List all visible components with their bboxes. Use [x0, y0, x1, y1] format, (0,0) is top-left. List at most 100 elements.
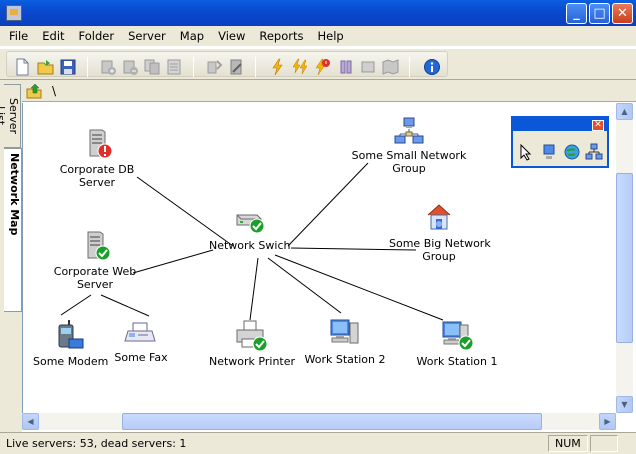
toolbar-separator [255, 57, 256, 77]
status-bar: Live servers: 53, dead servers: 1 NUM [0, 432, 636, 454]
close-button[interactable]: ✕ [612, 3, 633, 24]
link-switch-small-group [287, 162, 369, 247]
save-icon[interactable] [59, 58, 77, 76]
remove-server-icon[interactable] [121, 58, 139, 76]
node-corporate-db-server[interactable]: Corporate DB Server [57, 127, 137, 189]
map-tool-palette: ✕ [511, 116, 609, 168]
node-label: Some Big Network [389, 237, 491, 250]
network-map-canvas[interactable]: Corporate DB Server Some Small Network G… [22, 103, 616, 413]
link-switch-web [132, 249, 214, 274]
menu-file[interactable]: File [2, 26, 35, 46]
pointer-icon[interactable] [517, 143, 535, 161]
arrow-down-icon: ▼ [621, 400, 628, 409]
tab-server-list-label: Server List [0, 97, 20, 135]
check-icon[interactable] [269, 58, 287, 76]
node-label: Network Swich [209, 239, 291, 252]
maximize-button[interactable]: □ [589, 3, 610, 24]
menu-reports[interactable]: Reports [252, 26, 310, 46]
add-internet-icon[interactable] [563, 143, 581, 161]
node-label: Group [392, 162, 426, 175]
move-icon[interactable] [205, 58, 223, 76]
link-web-fax [100, 294, 150, 317]
node-label: Group [422, 250, 456, 263]
copy-server-icon[interactable] [143, 58, 161, 76]
node-some-modem[interactable]: Some Modem [33, 319, 109, 368]
scroll-left-button[interactable]: ◀ [22, 413, 39, 430]
horizontal-scroll-thumb[interactable] [122, 413, 542, 430]
open-folder-icon[interactable] [37, 58, 55, 76]
check-all-icon[interactable] [291, 58, 309, 76]
node-network-printer[interactable]: Network Printer [209, 319, 296, 368]
minimize-button[interactable]: _ [566, 3, 587, 24]
node-label: Some Small Network [351, 149, 467, 162]
status-panel [590, 435, 618, 452]
up-folder-icon[interactable] [26, 83, 42, 99]
node-corporate-web-server[interactable]: Corporate Web Server [51, 229, 139, 291]
node-small-network-group[interactable]: Some Small Network Group [349, 115, 469, 175]
menu-folder[interactable]: Folder [72, 26, 122, 46]
menu-server[interactable]: Server [121, 26, 173, 46]
pause-icon[interactable] [337, 58, 355, 76]
vertical-scrollbar[interactable]: ▲ ▼ [616, 103, 633, 413]
server-error-icon [89, 129, 113, 159]
tab-network-map-label: Network Map [8, 153, 21, 236]
menu-edit[interactable]: Edit [35, 26, 71, 46]
add-group-icon[interactable] [585, 143, 603, 161]
check-alert-icon[interactable] [313, 58, 331, 76]
node-label: Some Modem [33, 355, 109, 368]
link-switch-printer [249, 257, 259, 321]
arrow-right-icon: ▶ [604, 417, 611, 426]
printer-ok-icon [236, 320, 268, 351]
node-label: Corporate Web [53, 265, 137, 278]
tab-network-map[interactable]: Network Map [4, 148, 22, 312]
node-label: Server [76, 278, 114, 291]
node-label: Network Printer [209, 355, 296, 368]
status-text: Live servers: 53, dead servers: 1 [6, 437, 187, 450]
menu-help[interactable]: Help [311, 26, 351, 46]
scroll-up-button[interactable]: ▲ [616, 103, 633, 120]
menu-map[interactable]: Map [173, 26, 211, 46]
switch-ok-icon [236, 214, 265, 234]
info-icon[interactable] [423, 58, 441, 76]
node-big-network-group[interactable]: Some Big Network Group [389, 201, 491, 263]
house-network-icon [427, 204, 451, 230]
vertical-scroll-thumb[interactable] [616, 173, 633, 343]
horizontal-scrollbar[interactable]: ◀ ▶ [22, 413, 616, 430]
add-server-icon[interactable] [99, 58, 117, 76]
status-num-panel: NUM [548, 435, 588, 452]
link-web-modem [60, 294, 92, 316]
arrow-up-icon: ▲ [621, 107, 628, 116]
menu-view[interactable]: View [211, 26, 252, 46]
scroll-right-button[interactable]: ▶ [599, 413, 616, 430]
workstation-ok-icon [442, 321, 474, 351]
address-bar: \ [22, 80, 636, 102]
app-icon [6, 5, 22, 21]
num-lock-indicator: NUM [555, 437, 581, 450]
stop-icon[interactable] [359, 58, 377, 76]
node-label: Corporate DB [59, 163, 135, 176]
toolbar-band [6, 51, 448, 77]
node-work-station-1[interactable]: Work Station 1 [415, 319, 499, 368]
link-switch-ws1 [274, 254, 444, 321]
scroll-down-button[interactable]: ▼ [616, 396, 633, 413]
node-work-station-2[interactable]: Work Station 2 [303, 317, 387, 366]
toolbar-separator [409, 57, 410, 77]
fax-icon [124, 322, 156, 342]
toolbar-separator [87, 57, 88, 77]
node-network-switch[interactable]: Network Swich [209, 209, 291, 252]
tab-server-list[interactable]: Server List [0, 84, 21, 148]
map-icon[interactable] [381, 58, 399, 76]
new-document-icon[interactable] [13, 58, 31, 76]
network-group-icon [394, 117, 424, 144]
tools-icon[interactable] [227, 58, 245, 76]
modem-icon [58, 320, 84, 349]
properties-icon[interactable] [165, 58, 183, 76]
add-workstation-icon[interactable] [541, 143, 559, 161]
node-some-fax[interactable]: Some Fax [111, 319, 171, 364]
toolbar-separator [193, 57, 194, 77]
palette-close-button[interactable]: ✕ [592, 120, 604, 131]
title-bar: _ □ ✕ [0, 0, 636, 26]
workstation-icon [330, 319, 359, 344]
node-label: Server [78, 176, 116, 189]
server-ok-icon [87, 231, 111, 261]
